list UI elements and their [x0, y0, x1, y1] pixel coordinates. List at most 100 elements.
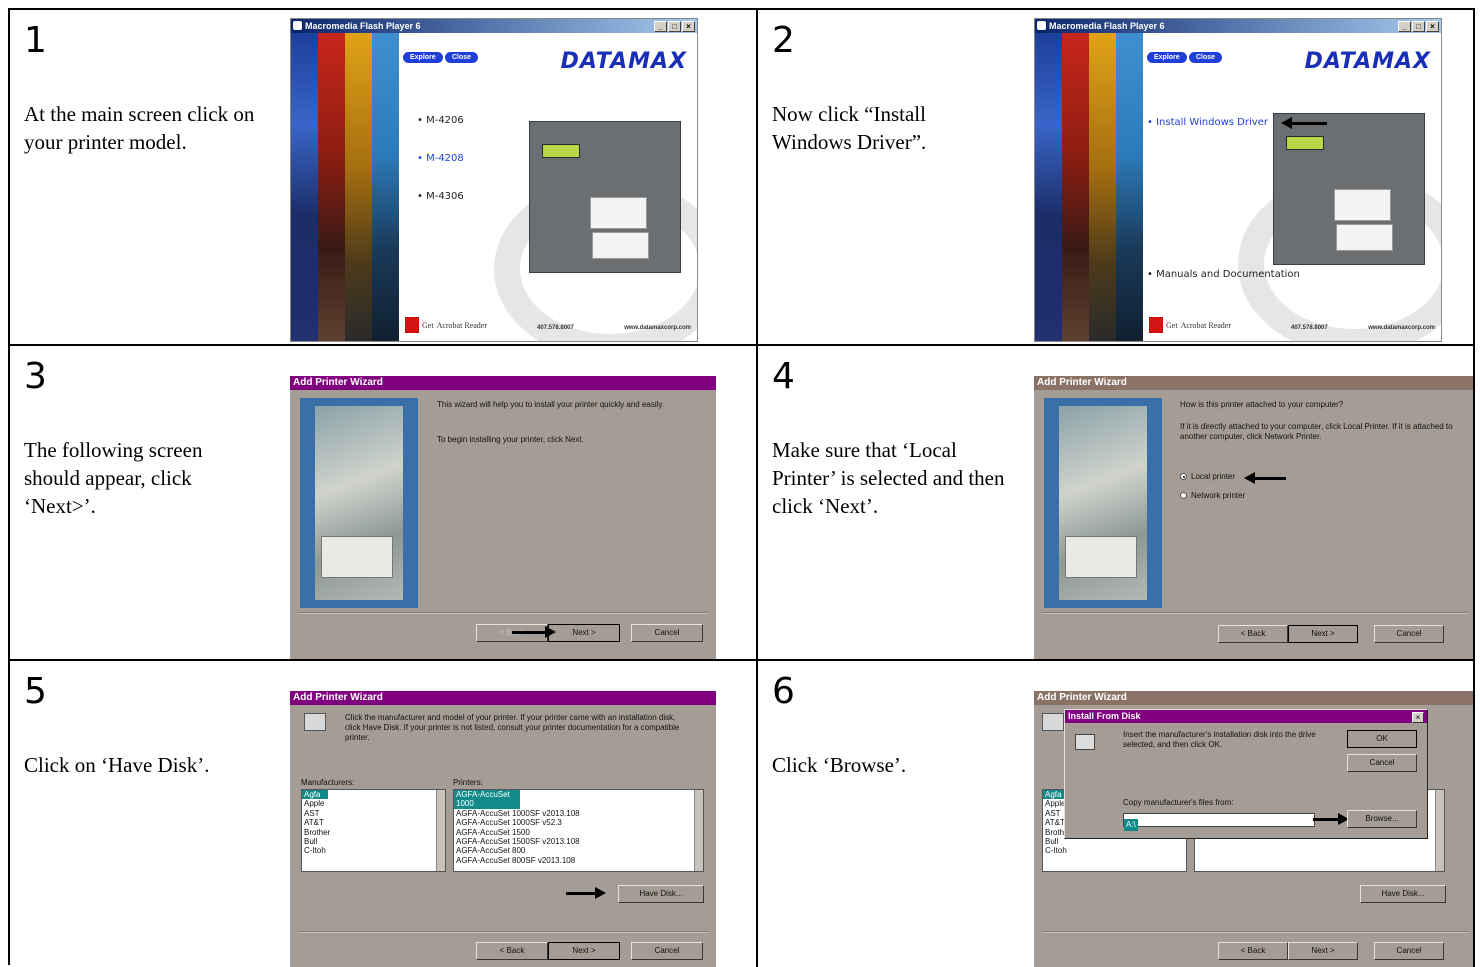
close-button[interactable]: Close: [1189, 52, 1223, 63]
wizard-title-bar: Add Printer Wizard: [290, 691, 716, 705]
printer-image: [1273, 113, 1425, 265]
wizard-intro: This wizard will help you to install you…: [437, 400, 665, 409]
back-button[interactable]: < Back: [476, 942, 548, 960]
cancel-button[interactable]: Cancel: [631, 942, 703, 960]
back-button[interactable]: < Back: [1218, 942, 1288, 960]
acrobat-reader-link[interactable]: Get Acrobat Reader: [1149, 317, 1231, 333]
list-item[interactable]: AGFA-AccuSet 1500: [454, 828, 703, 837]
back-button[interactable]: < Back: [1218, 625, 1288, 643]
wizard-title-bar: Add Printer Wizard: [1034, 691, 1473, 705]
next-button[interactable]: Next >: [548, 624, 620, 642]
path-input[interactable]: A:\: [1123, 813, 1315, 831]
step-text: Now click “Install Windows Driver”.: [772, 102, 927, 154]
step-3-cell: 3 The following screen should appear, cl…: [10, 346, 758, 661]
printers-label: Printers:: [453, 778, 483, 787]
list-item[interactable]: AGFA-AccuSet 1000SF v52.3: [454, 818, 703, 827]
add-printer-wizard: Add Printer Wizard Click the manufacture…: [290, 691, 716, 967]
step-number: 4: [772, 356, 795, 397]
list-item[interactable]: C-Itoh: [1043, 846, 1186, 855]
manuals-link[interactable]: • Manuals and Documentation: [1147, 269, 1300, 280]
next-button[interactable]: Next >: [548, 942, 620, 960]
close-window-button[interactable]: ×: [682, 21, 695, 32]
ok-button[interactable]: OK: [1347, 730, 1417, 748]
acrobat-reader-link[interactable]: Get Acrobat Reader: [405, 317, 487, 333]
have-disk-button[interactable]: Have Disk...: [1360, 885, 1446, 903]
adobe-icon: [1149, 317, 1163, 333]
cancel-button[interactable]: Cancel: [631, 624, 703, 642]
next-button[interactable]: Next >: [1288, 942, 1358, 960]
step-number: 5: [24, 671, 47, 712]
datamax-logo: DATAMAX: [1304, 49, 1431, 74]
list-item[interactable]: Apple: [302, 799, 445, 808]
list-item[interactable]: Agfa: [302, 790, 328, 800]
list-item[interactable]: AGFA-AccuSet 1000SF v2013.108: [454, 809, 703, 818]
step-number: 1: [24, 20, 47, 61]
model-m4306-link[interactable]: • M-4306: [417, 191, 464, 202]
install-driver-link[interactable]: • Install Windows Driver: [1147, 117, 1268, 128]
list-item[interactable]: Bull: [302, 837, 445, 846]
cancel-button[interactable]: Cancel: [1374, 625, 1444, 643]
step-number: 6: [772, 671, 795, 712]
wizard-title-bar: Add Printer Wizard: [1034, 376, 1473, 390]
list-item[interactable]: AGFA-AccuSet 800SF v2013.108: [454, 856, 703, 865]
radio-dot: [1180, 473, 1187, 480]
attach-help: If it is directly attached to your compu…: [1180, 422, 1453, 441]
wizard-illustration: [300, 398, 418, 608]
window-controls: _ □ ×: [654, 21, 695, 32]
list-item[interactable]: AST: [302, 809, 445, 818]
have-disk-button[interactable]: Have Disk...: [618, 885, 704, 903]
adobe-icon: [405, 317, 419, 333]
step-5-cell: 5 Click on ‘Have Disk’. Add Printer Wiza…: [10, 661, 758, 967]
list-item[interactable]: AGFA-AccuSet 1000: [454, 790, 520, 809]
minimize-button[interactable]: _: [1398, 21, 1411, 32]
list-item[interactable]: AGFA-AccuSet 1500SF v2013.108: [454, 837, 703, 846]
printer-icon: [304, 713, 326, 731]
next-button[interactable]: Next >: [1288, 625, 1358, 643]
step-6-cell: 6 Click ‘Browse’. Add Printer Wizard Cli…: [758, 661, 1475, 967]
flash-title: Macromedia Flash Player 6: [305, 21, 421, 31]
separator: [1042, 612, 1468, 614]
step-text: At the main screen click on your printer…: [24, 102, 255, 154]
phone-number: 407.578.8007: [1291, 325, 1328, 331]
dialog-title-bar: Install From Disk: [1065, 710, 1427, 723]
maximize-button[interactable]: □: [668, 21, 681, 32]
cancel-dialog-button[interactable]: Cancel: [1347, 754, 1417, 772]
window-controls: _ □ ×: [1398, 21, 1439, 32]
local-printer-radio[interactable]: Local printer: [1180, 472, 1235, 481]
manufacturer-help: Click the manufacturer and model of your…: [345, 713, 680, 742]
cancel-button[interactable]: Cancel: [1374, 942, 1444, 960]
scrollbar[interactable]: [436, 790, 445, 871]
flash-title-bar: Macromedia Flash Player 6 _ □ ×: [1035, 19, 1441, 33]
scrollbar[interactable]: [694, 790, 703, 871]
maximize-button[interactable]: □: [1412, 21, 1425, 32]
dialog-close-button[interactable]: ×: [1412, 712, 1424, 723]
step-1-cell: 1 At the main screen click on your print…: [10, 10, 758, 346]
explore-button[interactable]: Explore: [1147, 52, 1187, 63]
scrollbar[interactable]: [1435, 790, 1444, 871]
instruction-grid: 1 At the main screen click on your print…: [8, 8, 1475, 967]
printers-list[interactable]: AGFA-AccuSet 1000 AGFA-AccuSet 1000SF v2…: [453, 789, 704, 872]
manufacturers-list[interactable]: Agfa Apple AST AT&T Brother Bull C-Itoh: [301, 789, 446, 872]
website-url: www.datamaxcorp.com: [1368, 325, 1435, 331]
network-printer-radio[interactable]: Network printer: [1180, 491, 1245, 500]
model-m4208-link[interactable]: • M-4208: [417, 153, 464, 164]
list-item[interactable]: AT&T: [302, 818, 445, 827]
close-window-button[interactable]: ×: [1426, 21, 1439, 32]
step-text: The following screen should appear, clic…: [24, 438, 203, 518]
add-printer-wizard: Add Printer Wizard How is this printer a…: [1034, 376, 1473, 659]
browse-button[interactable]: Browse...: [1347, 810, 1417, 828]
step-number: 3: [24, 356, 47, 397]
radio-dot: [1180, 492, 1187, 499]
model-m4206-link[interactable]: • M-4206: [417, 115, 464, 126]
step-text: Make sure that ‘Local Printer’ is select…: [772, 438, 1005, 518]
flash-icon: [293, 21, 302, 30]
flash-content: Explore Close DATAMAX • Install Windows …: [1143, 33, 1441, 341]
step-text: Click ‘Browse’.: [772, 753, 907, 777]
close-button[interactable]: Close: [445, 52, 479, 63]
explore-button[interactable]: Explore: [403, 52, 443, 63]
add-printer-wizard: Add Printer Wizard This wizard will help…: [290, 376, 716, 659]
list-item[interactable]: AGFA-AccuSet 800: [454, 846, 703, 855]
list-item[interactable]: Brother: [302, 828, 445, 837]
list-item[interactable]: C-Itoh: [302, 846, 445, 855]
minimize-button[interactable]: _: [654, 21, 667, 32]
